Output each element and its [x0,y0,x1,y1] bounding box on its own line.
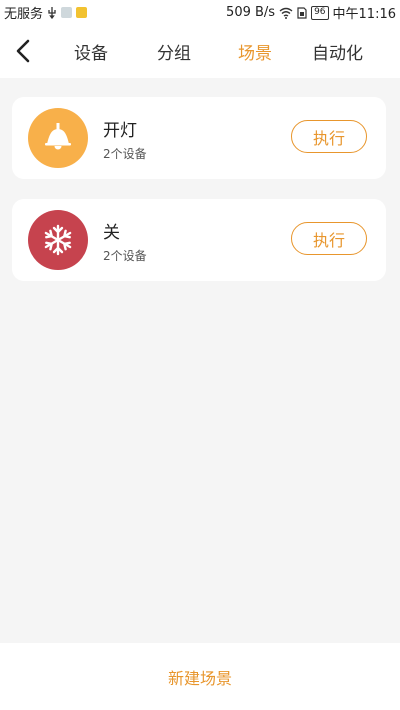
scene-icon-wrapper [28,108,88,168]
carrier-text: 无服务 [4,7,44,22]
sim-icon [297,6,307,19]
image-notification-icon [61,7,73,18]
scene-name: 开灯 [103,121,137,141]
back-button[interactable] [8,36,38,66]
new-scene-button[interactable]: 新建场景 [168,665,232,689]
scene-card-lights-on[interactable]: 开灯 2个设备 执行 [12,97,386,179]
battery-indicator: 96 [311,5,329,20]
status-bar: 无服务 509 B/s 96 中午11:16 [0,0,400,24]
tab-devices[interactable]: 设备 [74,39,108,64]
clock: 中午11:16 [332,7,396,22]
scene-name: 关 [103,223,120,243]
wifi-icon [279,7,293,19]
network-speed: 509 B/s [226,5,276,20]
scene-device-count: 2个设备 [103,147,147,161]
usb-icon [47,6,57,19]
status-left: 无服务 [4,3,88,22]
nav-bar: 设备 分组 场景 自动化 [0,24,400,78]
scene-card-off[interactable]: 关 2个设备 执行 [12,199,386,281]
scene-icon-wrapper [28,210,88,270]
notes-notification-icon [76,7,88,18]
tab-scenes[interactable]: 场景 [238,39,272,64]
tab-automation[interactable]: 自动化 [312,39,363,64]
snowflake-icon [44,224,72,256]
bottom-bar: 新建场景 [0,643,400,710]
status-right: 509 B/s 96 中午11:16 [226,3,396,22]
scene-list: 开灯 2个设备 执行 关 2个设备 执行 [0,78,400,643]
scene-device-count: 2个设备 [103,249,147,263]
back-arrow-icon [16,39,30,63]
tab-groups[interactable]: 分组 [157,39,191,64]
execute-button[interactable]: 执行 [291,120,367,153]
scene-screen: 无服务 509 B/s 96 中午11:16 设备 分组 场景 自动化 开灯 2… [0,0,400,710]
execute-button[interactable]: 执行 [291,222,367,255]
lamp-icon [45,123,71,150]
